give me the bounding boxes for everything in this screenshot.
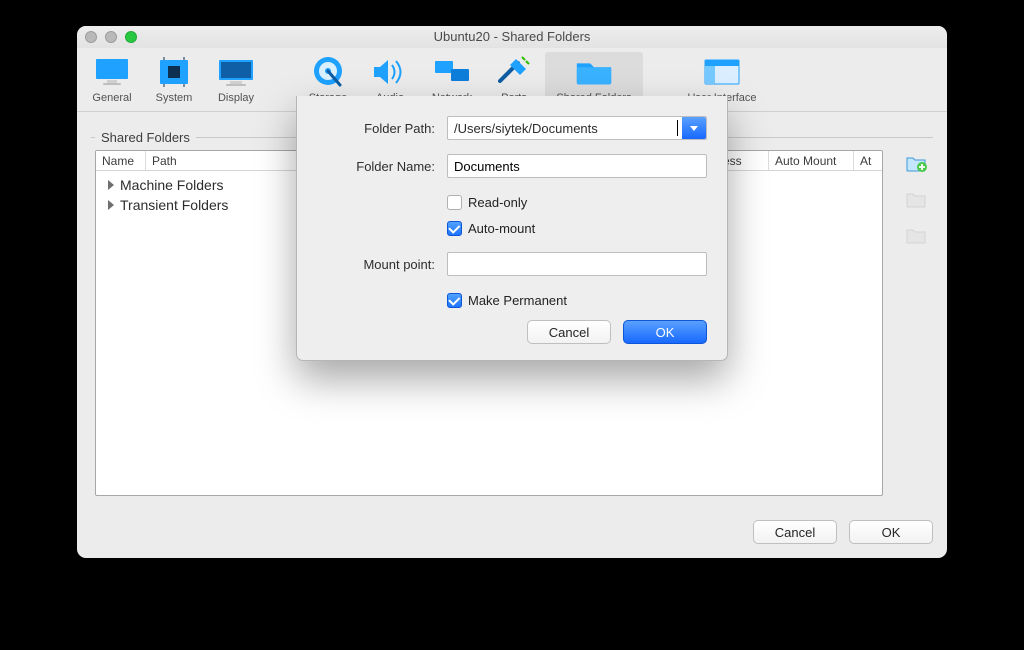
display-icon [215, 56, 257, 88]
folder-path-combo[interactable]: /Users/siytek/Documents [447, 116, 707, 140]
folder-path-label: Folder Path: [317, 121, 435, 136]
edit-folder-button[interactable] [905, 188, 927, 210]
tab-system[interactable]: System [143, 52, 205, 111]
remove-folder-button[interactable] [905, 224, 927, 246]
auto-mount-label: Auto-mount [468, 221, 535, 236]
folder-plus-icon [905, 152, 927, 174]
sheet-ok-button[interactable]: OK [623, 320, 707, 344]
folder-icon [573, 56, 615, 88]
titlebar [77, 26, 947, 48]
window-zoom-button[interactable] [125, 31, 137, 43]
tab-display[interactable]: Display [205, 52, 267, 111]
speaker-icon [369, 56, 411, 88]
mount-point-field[interactable] [447, 252, 707, 276]
row-label: Machine Folders [120, 177, 224, 193]
row-label: Transient Folders [120, 197, 228, 213]
folder-path-value: /Users/siytek/Documents [454, 121, 676, 136]
disclosure-triangle-icon[interactable] [108, 180, 114, 190]
read-only-label: Read-only [468, 195, 527, 210]
folder-name-field[interactable] [447, 154, 707, 178]
tab-label: Display [218, 92, 254, 104]
text-caret [677, 120, 678, 136]
tab-label: System [156, 92, 193, 104]
cancel-button[interactable]: Cancel [753, 520, 837, 544]
settings-window: Ubuntu20 - Shared Folders General [77, 26, 947, 558]
read-only-checkbox[interactable]: Read-only [447, 192, 707, 212]
folder-name-label: Folder Name: [317, 159, 435, 174]
column-at[interactable]: At [854, 151, 882, 170]
window-minimize-button[interactable] [105, 31, 117, 43]
network-icon [431, 56, 473, 88]
window-close-button[interactable] [85, 31, 97, 43]
disclosure-triangle-icon[interactable] [108, 200, 114, 210]
tab-label: General [92, 92, 131, 104]
checkbox-checked-icon [447, 221, 462, 236]
checkbox-checked-icon [447, 293, 462, 308]
window-layout-icon [701, 56, 743, 88]
group-title: Shared Folders [95, 130, 196, 145]
ok-button[interactable]: OK [849, 520, 933, 544]
add-folder-button[interactable] [905, 152, 927, 174]
disk-icon [307, 56, 349, 88]
column-name[interactable]: Name [96, 151, 146, 170]
tab-general[interactable]: General [81, 52, 143, 111]
make-permanent-checkbox[interactable]: Make Permanent [447, 290, 707, 310]
chip-icon [153, 56, 195, 88]
chevron-down-icon[interactable] [682, 117, 706, 139]
sheet-cancel-button[interactable]: Cancel [527, 320, 611, 344]
column-automount[interactable]: Auto Mount [769, 151, 854, 170]
auto-mount-checkbox[interactable]: Auto-mount [447, 218, 707, 238]
add-share-sheet: Folder Path: /Users/siytek/Documents Fol… [296, 96, 728, 361]
make-permanent-label: Make Permanent [468, 293, 567, 308]
folder-minus-icon [905, 224, 927, 246]
monitor-icon [91, 56, 133, 88]
ports-icon [493, 56, 535, 88]
mount-point-label: Mount point: [317, 257, 435, 272]
folder-edit-icon [905, 188, 927, 210]
checkbox-icon [447, 195, 462, 210]
